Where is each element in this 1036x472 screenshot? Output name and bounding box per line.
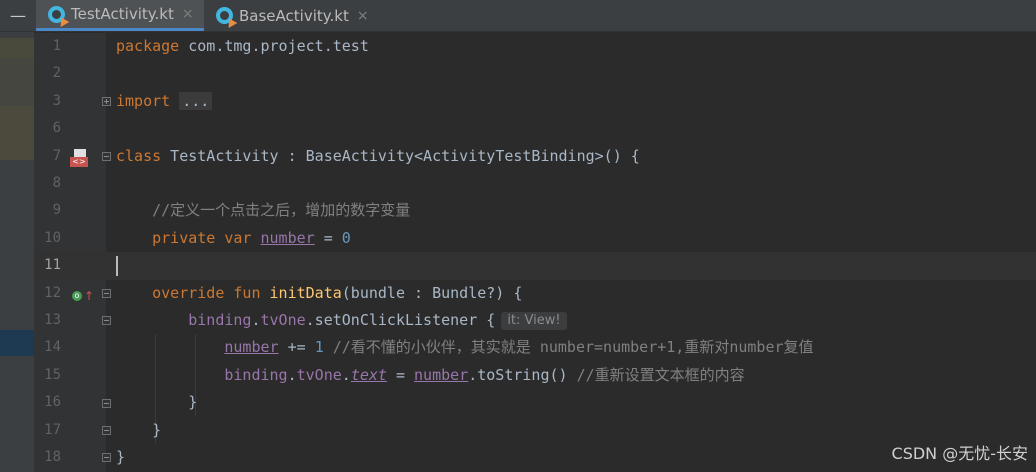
- line-number: 18: [44, 449, 61, 465]
- parameter-hint: it: View!: [501, 312, 567, 330]
- code-line: 7 class TestActivity : BaseActivity<Acti…: [34, 143, 1036, 170]
- line-number: 16: [44, 394, 61, 411]
- close-icon[interactable]: ×: [357, 8, 369, 24]
- text-caret: [116, 256, 118, 277]
- code-text: class TestActivity : BaseActivity<Activi…: [116, 146, 640, 165]
- line-number: 2: [52, 65, 61, 82]
- strip-marker: [0, 106, 34, 160]
- code-text: }: [188, 393, 198, 412]
- line-number: 6: [52, 120, 61, 137]
- fold-collapse-icon[interactable]: [102, 399, 111, 408]
- code-line: 17 }: [34, 417, 1036, 444]
- line-number: 13: [44, 312, 61, 328]
- kotlin-file-icon: [216, 7, 233, 24]
- folded-imports[interactable]: ...: [179, 91, 213, 110]
- code-line-current: 11: [34, 252, 1036, 280]
- code-line: 18 }: [34, 444, 1036, 471]
- tab-test-activity[interactable]: TestActivity.kt ×: [36, 0, 204, 31]
- code-line: 8: [34, 170, 1036, 197]
- line-number: 12: [44, 284, 61, 301]
- close-icon[interactable]: ×: [182, 6, 194, 22]
- fold-collapse-icon[interactable]: [102, 316, 111, 325]
- editor-tab-bar: — TestActivity.kt × BaseActivity.kt ×: [0, 0, 1036, 32]
- code-text: binding.tvOne.setOnClickListener {it: Vi…: [116, 307, 567, 334]
- line-number: 1: [52, 38, 61, 54]
- tab-label: BaseActivity.kt: [239, 6, 349, 25]
- line-number: 14: [44, 339, 61, 356]
- code-editor[interactable]: 1 package com.tmg.project.test 2 3 impor…: [34, 33, 1036, 472]
- fold-collapse-icon[interactable]: [102, 426, 111, 435]
- code-text: private var number = 0: [152, 228, 351, 247]
- line-number: 3: [52, 92, 61, 109]
- strip-marker: [0, 58, 34, 106]
- code-line: 6: [34, 115, 1036, 142]
- code-line: 2: [34, 60, 1036, 87]
- code-line: 14 number += 1 //看不懂的小伙伴，其实就是 number=num…: [34, 334, 1036, 361]
- code-text: }: [152, 420, 162, 439]
- code-text: }: [116, 448, 126, 466]
- watermark: CSDN @无忧-长安: [891, 444, 1028, 463]
- code-line: 1 package com.tmg.project.test: [34, 33, 1036, 60]
- code-line: 9 //定义一个点击之后，增加的数字变量: [34, 197, 1036, 224]
- tab-label: TestActivity.kt: [71, 5, 174, 23]
- code-line: 12 override fun initData(bundle : Bundle…: [34, 280, 1036, 307]
- android-activity-icon[interactable]: <>: [70, 149, 88, 167]
- code-text: number += 1 //看不懂的小伙伴，其实就是 number=number…: [224, 338, 814, 357]
- line-number: 17: [44, 421, 61, 438]
- kotlin-file-icon: [48, 5, 65, 23]
- line-number: 10: [44, 229, 61, 246]
- code-text: package com.tmg.project.test: [116, 37, 369, 55]
- code-text: import ...: [116, 88, 213, 115]
- strip-marker: [0, 330, 34, 356]
- override-marker-icon[interactable]: o ↑: [72, 289, 94, 303]
- code-line: 3 import ...: [34, 88, 1036, 115]
- code-text: //定义一个点击之后，增加的数字变量: [152, 201, 411, 220]
- fold-collapse-icon[interactable]: [102, 289, 111, 298]
- code-text: binding.tvOne.text = number.toString() /…: [224, 365, 745, 384]
- tab-base-activity[interactable]: BaseActivity.kt ×: [204, 0, 372, 31]
- collapse-icon[interactable]: —: [0, 0, 36, 31]
- code-line: 10 private var number = 0: [34, 225, 1036, 252]
- strip-marker: [0, 38, 34, 58]
- line-number: 8: [52, 175, 61, 191]
- line-number: 7: [52, 147, 61, 164]
- fold-collapse-icon[interactable]: [102, 152, 111, 161]
- left-tool-strip: [0, 32, 34, 472]
- code-line: 16 }: [34, 389, 1036, 416]
- line-number: 11: [44, 257, 61, 274]
- code-line: 15 binding.tvOne.text = number.toString(…: [34, 362, 1036, 389]
- fold-collapse-icon[interactable]: [102, 453, 111, 462]
- line-number: 15: [44, 366, 61, 383]
- code-text: override fun initData(bundle : Bundle?) …: [152, 283, 523, 302]
- fold-expand-icon[interactable]: [102, 97, 111, 106]
- line-number: 9: [52, 202, 61, 219]
- code-line: 13 binding.tvOne.setOnClickListener {it:…: [34, 307, 1036, 334]
